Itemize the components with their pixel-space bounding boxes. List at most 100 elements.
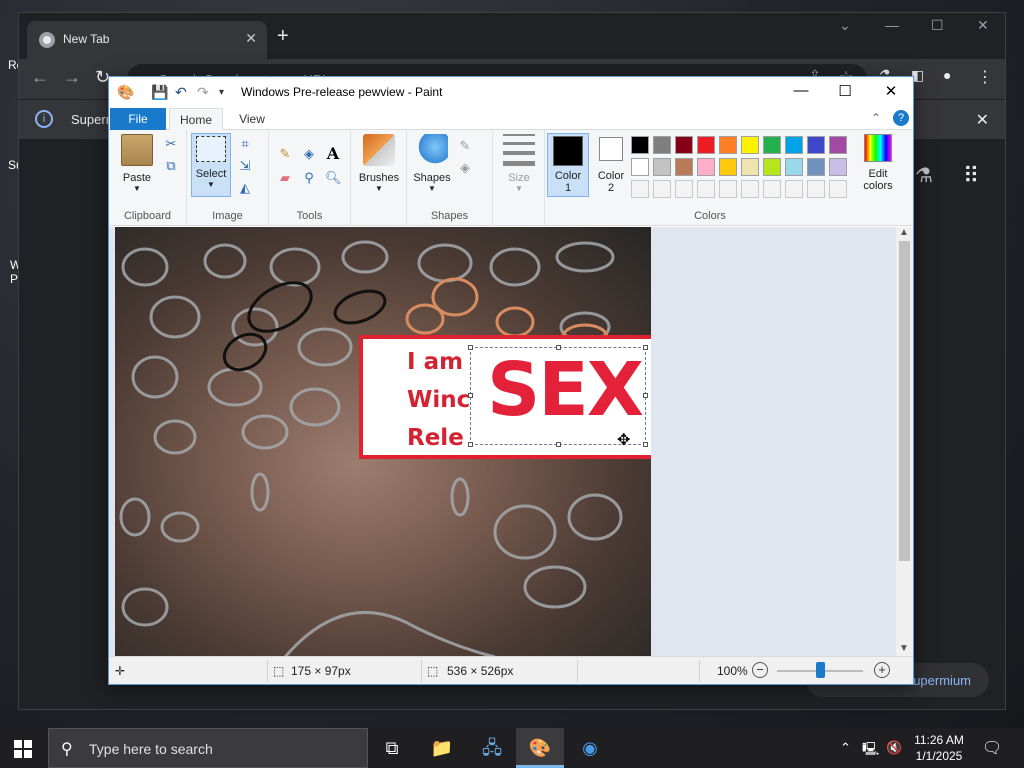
maximize-icon[interactable]: ☐ <box>825 82 865 100</box>
close-icon[interactable]: ✕ <box>871 82 911 100</box>
customize-qat-icon[interactable]: ▾ <box>219 87 224 98</box>
help-icon[interactable]: ? <box>893 110 909 126</box>
profile-icon[interactable]: ● <box>943 67 951 83</box>
outline-icon[interactable]: ✎ <box>457 138 473 154</box>
color1-button[interactable]: Color 1 <box>547 133 589 197</box>
scroll-down-icon[interactable]: ▼ <box>899 643 909 654</box>
size-button[interactable]: Size ▼ <box>497 134 541 193</box>
selection-handle[interactable] <box>468 442 473 447</box>
paint-taskbar-icon[interactable]: 🎨 <box>516 728 564 768</box>
palette-swatch[interactable] <box>697 158 715 176</box>
browser-taskbar-icon[interactable]: ◉ <box>566 728 614 768</box>
palette-swatch[interactable] <box>675 136 693 154</box>
new-tab-icon[interactable]: + <box>277 25 289 48</box>
palette-swatch[interactable] <box>763 180 781 198</box>
palette-swatch[interactable] <box>653 180 671 198</box>
zoom-in-button[interactable]: + <box>874 662 890 678</box>
chevron-up-icon[interactable]: ⌃ <box>840 740 851 756</box>
palette-swatch[interactable] <box>829 158 847 176</box>
undo-icon[interactable]: ↶ <box>175 84 187 101</box>
scroll-up-icon[interactable]: ▲ <box>899 227 909 238</box>
notifications-icon[interactable]: 🗨 <box>982 738 1002 758</box>
palette-swatch[interactable] <box>675 180 693 198</box>
palette-swatch[interactable] <box>631 158 649 176</box>
palette-swatch[interactable] <box>653 136 671 154</box>
selection-handle[interactable] <box>643 393 648 398</box>
palette-swatch[interactable] <box>675 158 693 176</box>
infobar-close-icon[interactable]: ✕ <box>976 110 989 130</box>
palette-swatch[interactable] <box>697 180 715 198</box>
palette-swatch[interactable] <box>741 158 759 176</box>
tab-home[interactable]: Home <box>169 108 223 131</box>
palette-swatch[interactable] <box>829 180 847 198</box>
scrollbar-thumb[interactable] <box>899 241 910 561</box>
redo-icon[interactable]: ↷ <box>197 84 209 101</box>
selection-handle[interactable] <box>556 345 561 350</box>
tab-view[interactable]: View <box>227 108 277 130</box>
palette-swatch[interactable] <box>719 136 737 154</box>
forward-icon[interactable]: → <box>63 67 81 88</box>
ribbon-collapse-icon[interactable]: ⌃ <box>871 111 881 125</box>
minimize-icon[interactable]: — <box>781 82 821 99</box>
network-app-icon[interactable]: 🖧 <box>468 728 516 768</box>
save-icon[interactable]: 💾 <box>151 84 168 101</box>
selection-handle[interactable] <box>468 345 473 350</box>
edit-colors-button[interactable]: Edit colors <box>855 134 901 192</box>
brushes-button[interactable]: Brushes ▼ <box>355 134 403 193</box>
back-icon[interactable]: ← <box>31 67 49 88</box>
palette-swatch[interactable] <box>785 158 803 176</box>
color2-button[interactable]: Color 2 <box>591 134 631 194</box>
file-explorer-icon[interactable]: 📁 <box>418 728 466 768</box>
palette-swatch[interactable] <box>697 136 715 154</box>
rotate-icon[interactable]: ◭ <box>237 180 253 196</box>
taskbar-search[interactable]: ⚲ Type here to search <box>48 728 368 768</box>
volume-muted-icon[interactable]: 🔇 <box>886 740 902 756</box>
selection-handle[interactable] <box>643 345 648 350</box>
palette-swatch[interactable] <box>631 136 649 154</box>
palette-swatch[interactable] <box>763 158 781 176</box>
color-picker-icon[interactable]: ⚲ <box>301 170 317 186</box>
palette-swatch[interactable] <box>631 180 649 198</box>
browser-tab[interactable]: New Tab ✕ <box>27 21 267 59</box>
minimize-icon[interactable]: — <box>885 17 899 33</box>
palette-swatch[interactable] <box>741 136 759 154</box>
task-view-icon[interactable]: ⧉ <box>368 728 416 768</box>
cut-icon[interactable]: ✂ <box>163 136 179 152</box>
eraser-icon[interactable]: ▰ <box>277 170 293 186</box>
palette-swatch[interactable] <box>763 136 781 154</box>
selection-handle[interactable] <box>556 442 561 447</box>
palette-swatch[interactable] <box>653 158 671 176</box>
tab-search-icon[interactable]: ⌄ <box>839 17 851 34</box>
copy-icon[interactable]: ⧉ <box>163 158 179 174</box>
apps-grid-icon[interactable]: ⠿ <box>963 163 979 189</box>
selection-handle[interactable] <box>643 442 648 447</box>
clock[interactable]: 11:26 AM 1/1/2025 <box>906 732 972 764</box>
magnifier-icon[interactable]: 🔍︎ <box>325 170 342 186</box>
tab-file[interactable]: File <box>110 108 166 130</box>
select-button[interactable]: Select ▼ <box>191 133 231 197</box>
palette-swatch[interactable] <box>719 158 737 176</box>
palette-swatch[interactable] <box>741 180 759 198</box>
close-icon[interactable]: ✕ <box>977 17 989 34</box>
palette-swatch[interactable] <box>807 180 825 198</box>
palette-swatch[interactable] <box>785 136 803 154</box>
vertical-scrollbar[interactable]: ▲ ▼ <box>896 227 913 657</box>
zoom-slider-thumb[interactable] <box>816 662 825 678</box>
menu-icon[interactable]: ⋮ <box>977 67 993 87</box>
fill-icon[interactable]: ◈ <box>301 146 317 162</box>
shapes-button[interactable]: Shapes ▼ <box>411 134 453 193</box>
drawing-canvas[interactable]: I am Winc Rele SEX ✥ <box>115 227 651 657</box>
palette-swatch[interactable] <box>785 180 803 198</box>
network-icon[interactable]: 🖳 <box>862 740 879 762</box>
text-icon[interactable]: A <box>325 146 341 162</box>
windows-start-icon[interactable] <box>14 740 32 758</box>
crop-icon[interactable]: ⌗ <box>237 136 253 152</box>
pencil-icon[interactable]: ✎ <box>277 146 293 162</box>
palette-swatch[interactable] <box>719 180 737 198</box>
close-tab-icon[interactable]: ✕ <box>245 30 257 47</box>
paste-button[interactable]: Paste ▼ <box>117 134 157 193</box>
palette-swatch[interactable] <box>829 136 847 154</box>
flask-icon[interactable]: ⚗ <box>915 163 933 188</box>
zoom-out-button[interactable]: − <box>752 662 768 678</box>
palette-swatch[interactable] <box>807 158 825 176</box>
